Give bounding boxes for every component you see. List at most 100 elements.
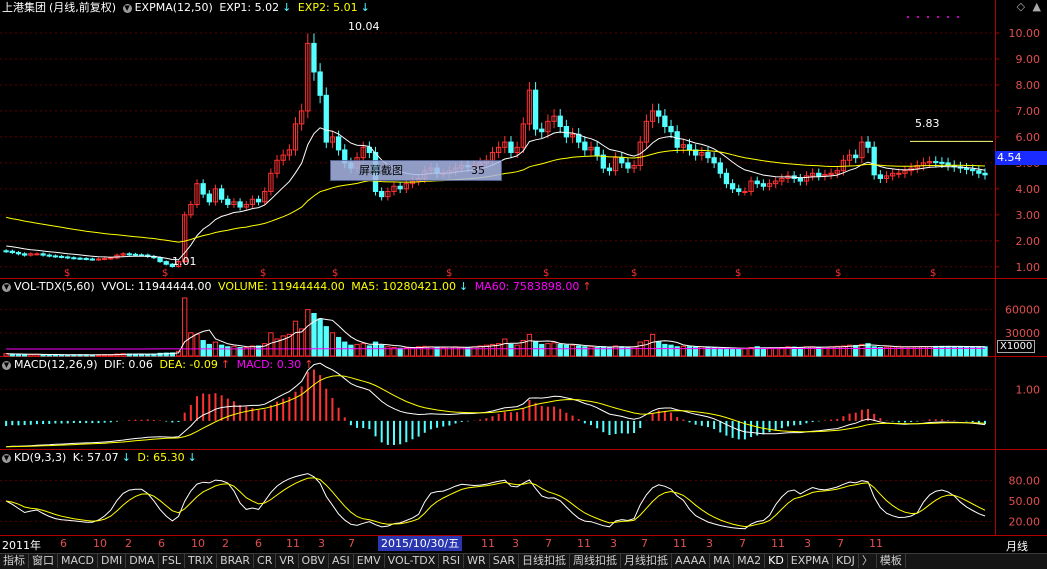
candle-body xyxy=(877,174,883,179)
tab-15[interactable]: WR xyxy=(464,554,490,568)
tab-3[interactable]: DMI xyxy=(98,554,127,568)
tab-10[interactable]: OBV xyxy=(299,554,329,568)
tab-26[interactable]: 〉 xyxy=(859,554,877,568)
tab-18[interactable]: 周线扣抵 xyxy=(570,554,622,568)
volume-bar xyxy=(859,343,865,357)
volume-bar xyxy=(539,343,545,357)
volume-bar xyxy=(588,346,594,357)
volume-bar xyxy=(569,344,576,357)
screenshot-tooltip: 屏幕截图 35 xyxy=(330,160,502,181)
candle-body xyxy=(317,71,323,96)
candle-body xyxy=(896,172,902,175)
tab-12[interactable]: EMV xyxy=(354,554,385,568)
tab-2[interactable]: MACD xyxy=(58,554,98,568)
price-tick-label: 6.00 xyxy=(1016,131,1041,144)
dea-value: DEA: -0.09 xyxy=(159,358,218,371)
tab-7[interactable]: BRAR xyxy=(217,554,255,568)
dividend-marker-icon: $ xyxy=(631,268,637,279)
down-arrow-icon: ↓ xyxy=(187,451,197,464)
tab-14[interactable]: RSI xyxy=(439,554,465,568)
candle-body xyxy=(34,253,40,256)
indicator-settings-icon[interactable]: ▼ xyxy=(2,453,11,463)
time-label-26: 11 xyxy=(869,537,883,550)
exp2-value: EXP2: 5.01 xyxy=(297,1,358,14)
tab-19[interactable]: 月线扣抵 xyxy=(621,554,673,568)
time-label-14: 11 xyxy=(481,537,495,550)
volume-indicator-name: VOL-TDX(5,60) xyxy=(14,280,95,293)
macd-indicator-name: MACD(12,26,9) xyxy=(14,358,98,371)
tab-8[interactable]: CR xyxy=(254,554,277,568)
dividend-marker-icon: $ xyxy=(446,268,452,279)
macd-header: ▼ MACD(12,26,9) DIF: 0.06 DEA: -0.09 ↑ MAC… xyxy=(2,357,316,373)
dividend-marker-icon: $ xyxy=(332,268,338,279)
volume-bar xyxy=(354,343,360,357)
current-price-tag: 4.54 xyxy=(995,151,1047,165)
volume-bar xyxy=(415,346,422,357)
candle-body xyxy=(563,126,570,138)
period-label[interactable]: 月线 xyxy=(1006,538,1028,554)
volume-bar xyxy=(397,347,403,357)
volume-bar xyxy=(557,343,563,357)
tab-11[interactable]: ASI xyxy=(329,554,354,568)
candle-body xyxy=(108,257,114,260)
price-tick-label: 9.00 xyxy=(1016,53,1041,66)
up-triangle-icon[interactable]: ▲ xyxy=(1033,0,1041,13)
volume-bar xyxy=(428,346,434,357)
tab-27[interactable]: 模板 xyxy=(877,554,906,568)
time-label-17: 11 xyxy=(577,537,591,550)
kd-tick-label: 50.00 xyxy=(1009,495,1041,508)
candle-body xyxy=(625,162,631,169)
candle-body xyxy=(760,183,767,187)
marker-dot xyxy=(907,16,909,18)
candle-body xyxy=(132,253,139,256)
up-arrow-icon: ↑ xyxy=(304,358,314,371)
stock-name: 上港集团 xyxy=(2,1,46,14)
tab-20[interactable]: AAAA xyxy=(672,554,711,568)
volume-bar xyxy=(317,318,323,357)
candle-body xyxy=(539,128,545,133)
volume-bar xyxy=(452,346,459,357)
tab-22[interactable]: MA2 xyxy=(734,554,766,568)
volume-bar xyxy=(292,320,299,357)
candle-body xyxy=(102,257,108,260)
tab-16[interactable]: SAR xyxy=(490,554,520,568)
volume-bar xyxy=(360,343,366,357)
tab-21[interactable]: MA xyxy=(710,554,735,568)
tab-0[interactable]: 指标 xyxy=(0,554,29,568)
volume-bar xyxy=(933,345,939,357)
candle-body xyxy=(157,257,163,263)
candle-body xyxy=(65,256,71,259)
volume-unit: X1000 xyxy=(997,340,1036,353)
d-value: D: 65.30 xyxy=(137,451,185,464)
volume-bar xyxy=(526,333,533,357)
tab-25[interactable]: KDJ xyxy=(833,554,859,568)
candle-body xyxy=(705,151,711,159)
tab-23[interactable]: KD xyxy=(765,554,788,568)
indicator-settings-icon[interactable]: ▼ xyxy=(122,3,132,13)
volume-bar xyxy=(514,344,520,357)
candle-body xyxy=(797,177,803,182)
tab-6[interactable]: TRIX xyxy=(185,554,218,568)
indicator-settings-icon[interactable]: ▼ xyxy=(2,360,11,370)
candle-body xyxy=(89,258,95,261)
tab-5[interactable]: FSL xyxy=(159,554,185,568)
volume-bar xyxy=(582,346,588,357)
volume-bar xyxy=(773,347,779,357)
tab-17[interactable]: 日线扣抵 xyxy=(519,554,571,568)
volume-bar xyxy=(896,345,902,357)
volume-bar xyxy=(206,343,212,357)
volume-bar xyxy=(366,345,373,357)
tab-9[interactable]: VR xyxy=(276,554,299,568)
k-value: K: 57.07 xyxy=(72,451,119,464)
time-label-1: 6 xyxy=(60,537,67,550)
tab-24[interactable]: EXPMA xyxy=(788,554,833,568)
tab-13[interactable]: VOL-TDX xyxy=(385,554,440,568)
candle-body xyxy=(674,131,680,148)
candle-body xyxy=(594,146,600,156)
diamond-icon[interactable]: ◇ xyxy=(1017,0,1025,13)
tab-1[interactable]: 窗口 xyxy=(29,554,58,568)
kd-tick-label: 20.00 xyxy=(1009,515,1041,528)
tab-4[interactable]: DMA xyxy=(126,554,159,568)
indicator-settings-icon[interactable]: ▼ xyxy=(2,282,11,292)
volume-bar xyxy=(323,326,329,357)
